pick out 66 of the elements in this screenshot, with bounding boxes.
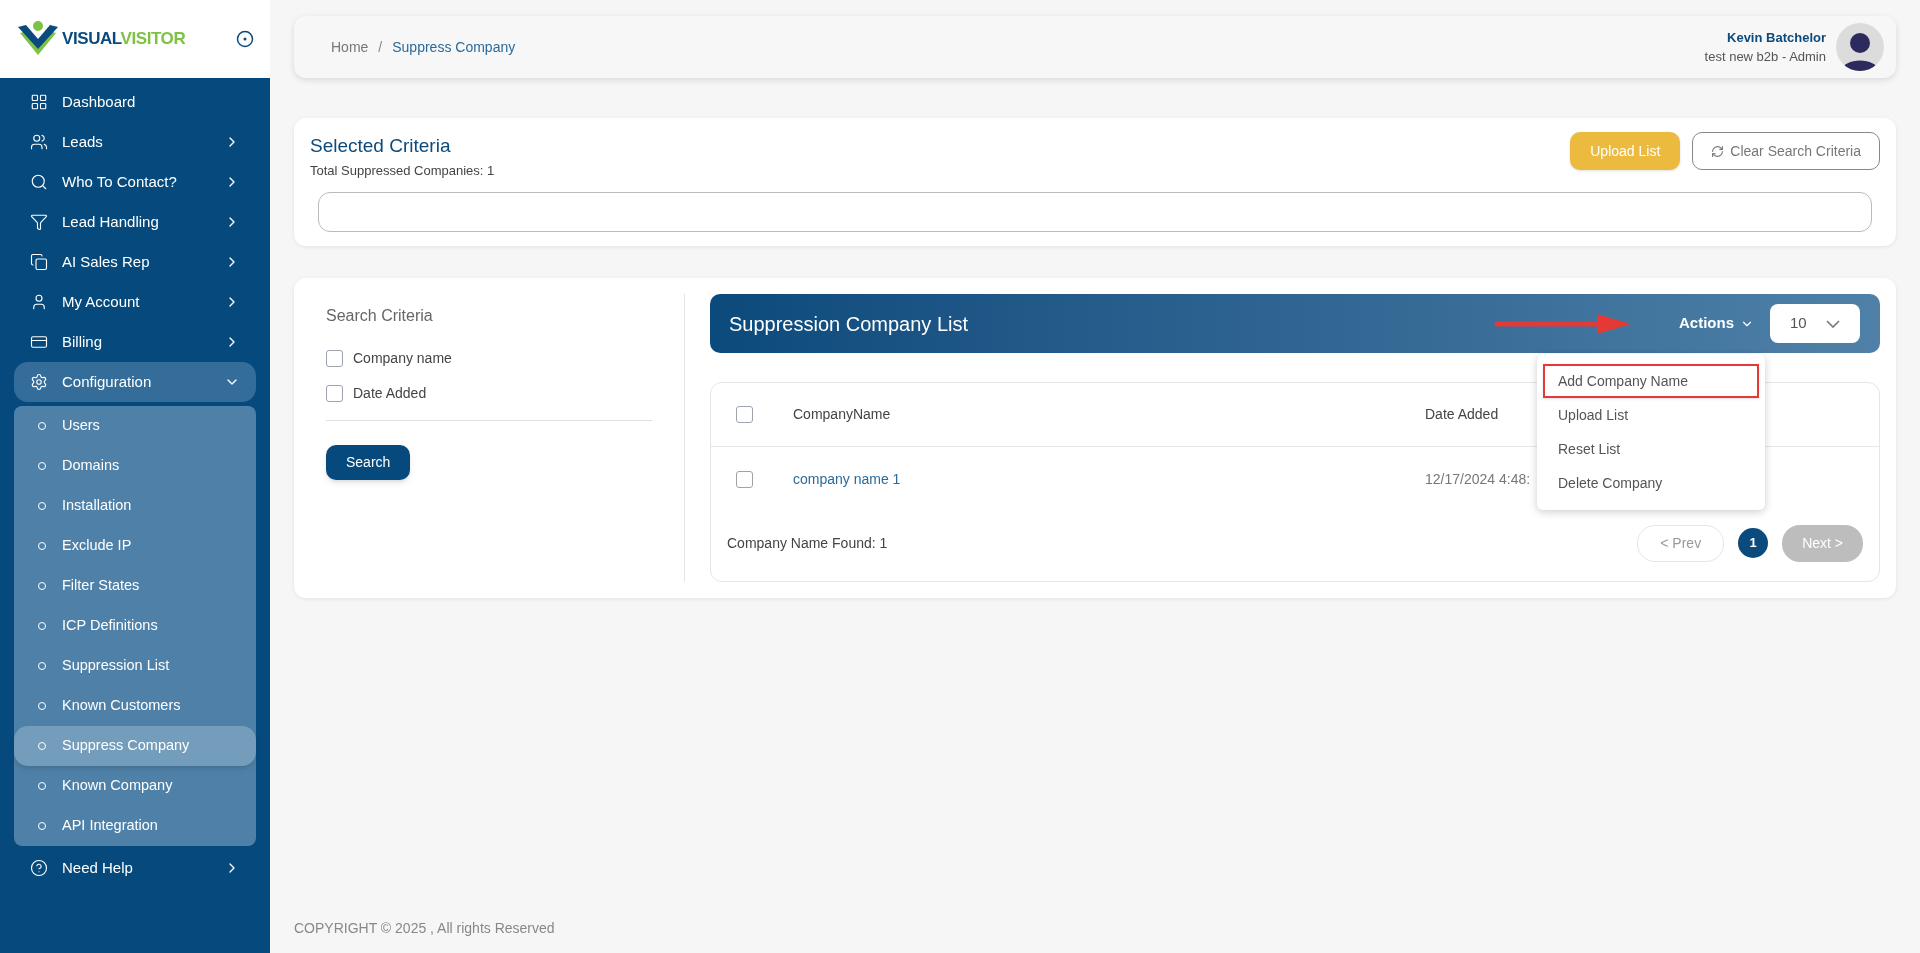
- submenu-item[interactable]: Installation: [14, 486, 256, 526]
- criteria-input-field[interactable]: [318, 192, 1872, 232]
- refresh-icon: [1711, 144, 1725, 158]
- prev-button[interactable]: < Prev: [1637, 524, 1725, 562]
- menu-item[interactable]: Upload List: [1543, 398, 1759, 432]
- brand-name: VISUALVISITOR: [62, 28, 186, 51]
- column-header: Date Added: [1425, 405, 1499, 424]
- sidebar-item[interactable]: Leads: [14, 122, 256, 162]
- criteria-title: Selected Criteria: [310, 134, 452, 158]
- chevron-down-icon: [1826, 319, 1840, 328]
- sidebar-item[interactable]: Dashboard: [14, 82, 256, 122]
- user-name: Kevin Batchelor: [1727, 28, 1826, 47]
- submenu-item[interactable]: Domains: [14, 446, 256, 486]
- column-header: CompanyName: [793, 405, 892, 424]
- submenu-item[interactable]: Users: [14, 406, 256, 446]
- sidebar-item[interactable]: Lead Handling: [14, 202, 256, 242]
- toggle-icon[interactable]: [236, 30, 254, 48]
- submenu-item[interactable]: Suppression List: [14, 646, 256, 686]
- checkbox-label: Date Added: [353, 384, 427, 403]
- submenu-item[interactable]: Known Customers: [14, 686, 256, 726]
- checkbox-label: Company name: [353, 349, 452, 368]
- sidebar-item[interactable]: AI Sales Rep: [14, 242, 256, 282]
- grid-icon: [30, 93, 48, 111]
- menu-item[interactable]: Add Company Name: [1543, 364, 1759, 398]
- user-icon: [30, 293, 48, 311]
- list-title: Suppression Company List: [729, 311, 968, 337]
- submenu-item[interactable]: API Integration: [14, 806, 256, 846]
- page-button[interactable]: 1: [1738, 528, 1769, 558]
- sidebar-item[interactable]: Billing: [14, 322, 256, 362]
- page-size-select[interactable]: 10: [1770, 304, 1860, 343]
- submenu-item[interactable]: Suppress Company: [14, 726, 256, 766]
- checkbox[interactable]: [736, 406, 753, 423]
- sidebar-item[interactable]: My Account: [14, 282, 256, 322]
- user-role: test new b2b - Admin: [1704, 48, 1826, 66]
- checkbox[interactable]: [326, 385, 343, 402]
- submenu-item[interactable]: Known Company: [14, 766, 256, 806]
- sidebar-item[interactable]: Who To Contact?: [14, 162, 256, 202]
- copyright-text: COPYRIGHT © 2025 , All rights Reserved: [294, 919, 556, 938]
- sidebar-item[interactable]: Need Help: [14, 848, 256, 888]
- breadcrumb-separator: /: [378, 37, 383, 57]
- copy-icon: [30, 253, 48, 271]
- card-icon: [30, 333, 48, 351]
- search-icon: [30, 173, 48, 191]
- search-button[interactable]: Search: [326, 445, 411, 480]
- sidebar-item[interactable]: Configuration: [14, 362, 256, 402]
- checkbox[interactable]: [326, 350, 343, 367]
- criteria-subtitle: Total Suppressed Companies: 1: [310, 161, 495, 180]
- table-cell-text: 12/17/2024 4:48:: [1425, 469, 1531, 489]
- breadcrumb-link[interactable]: Home: [331, 36, 369, 58]
- clear-criteria-button[interactable]: Clear Search Criteria: [1692, 132, 1880, 170]
- avatar[interactable]: [1836, 23, 1884, 71]
- help-icon: [30, 859, 48, 877]
- actions-dropdown[interactable]: Actions: [1679, 312, 1754, 335]
- people-icon: [30, 133, 48, 151]
- company-link[interactable]: company name 1: [793, 468, 1425, 490]
- menu-item[interactable]: Reset List: [1543, 432, 1759, 466]
- breadcrumb-link[interactable]: Suppress Company: [392, 36, 516, 58]
- found-count: Company Name Found: 1: [727, 533, 888, 553]
- menu-item[interactable]: Delete Company: [1543, 466, 1759, 500]
- checkbox[interactable]: [736, 470, 753, 488]
- funnel-icon: [30, 213, 48, 231]
- search-criteria-title: Search Criteria: [326, 306, 434, 326]
- submenu-item[interactable]: Filter States: [14, 566, 256, 606]
- submenu-item[interactable]: ICP Definitions: [14, 606, 256, 646]
- settings-icon: [30, 373, 48, 391]
- submenu-item[interactable]: Exclude IP: [14, 526, 256, 566]
